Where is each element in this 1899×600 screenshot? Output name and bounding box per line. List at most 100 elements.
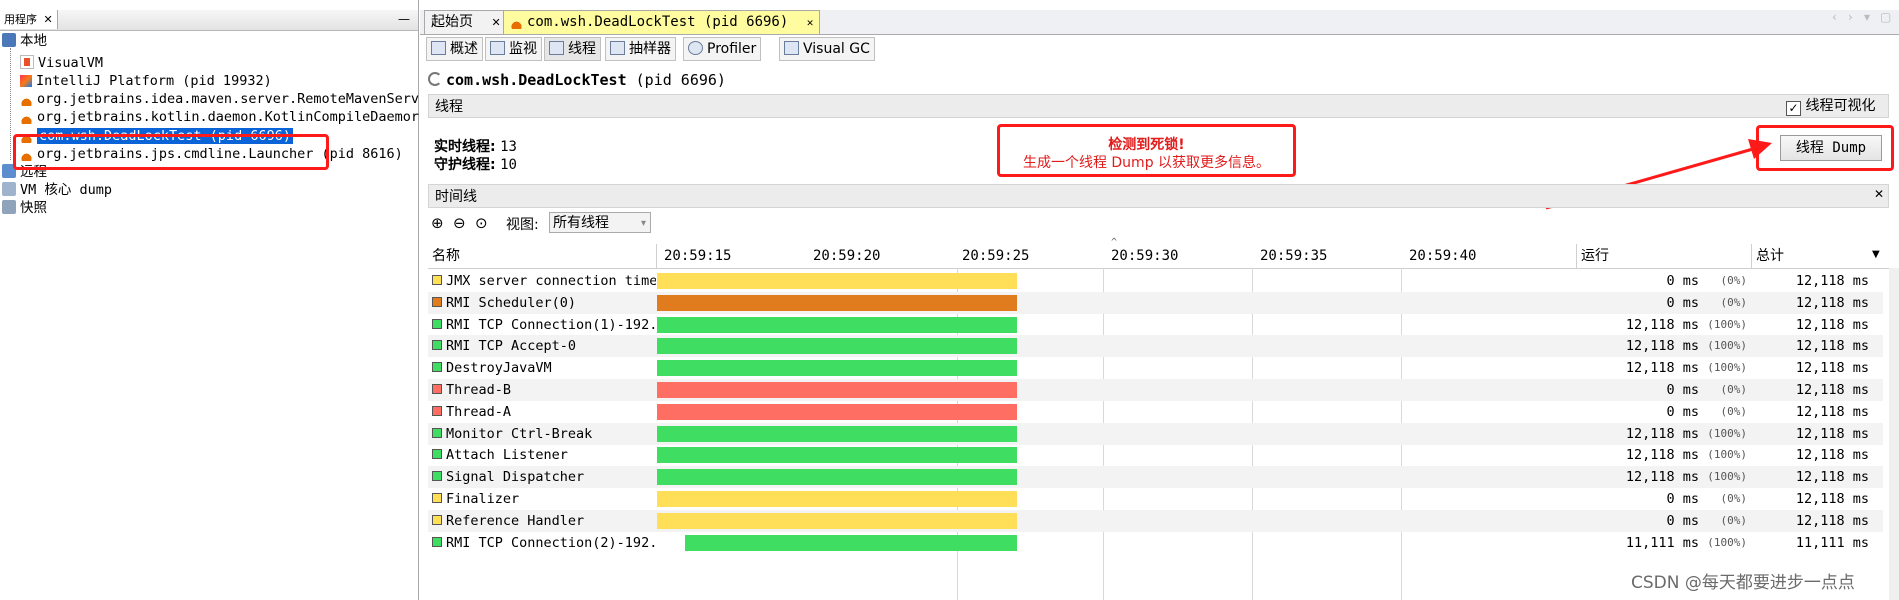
close-icon[interactable]: ✕ [44,13,53,26]
thread-state-icon [432,296,442,307]
thread-name: RMI TCP Connection(1)-192.1 [446,316,656,333]
thread-total-time: 12,118 ms [1795,447,1869,464]
close-icon[interactable]: ✕ [491,16,500,29]
maximize-icon[interactable]: ▢ [1880,10,1891,24]
thread-row[interactable]: RMI TCP Accept-0 12,118 ms (100%) 12,118 ms [428,335,1883,358]
app-title: com.wsh.DeadLockTest [446,71,627,89]
thread-state-icon [432,362,442,373]
thread-run-time: 12,118 ms [1625,316,1699,333]
vertical-scrollbar[interactable] [1889,268,1899,600]
subtab-sampler[interactable]: 抽样器 [605,37,676,61]
view-select[interactable]: 所有线程 ▾ [549,212,651,233]
column-menu-icon[interactable]: ▼ [1872,249,1880,260]
thread-row[interactable]: Attach Listener 12,118 ms (100%) 12,118 ms [428,444,1883,466]
timeline-close-icon[interactable]: ✕ [1874,187,1884,201]
thread-name-cell: RMI Scheduler(0) [428,292,656,314]
tab-start-page[interactable]: 起始页 ✕ [424,10,508,34]
tab-label: 起始页 [431,14,473,30]
col-header-run[interactable]: 运行 [1577,244,1752,268]
tree-label-vm-dump: VM 核心 dump [20,182,113,198]
col-header-run-label: 运行 [1581,248,1609,264]
checkbox-icon[interactable]: ✓ [1786,101,1801,116]
timeline-tick-label: 20:59:30 [1111,248,1179,264]
thread-state-bar [657,316,1017,333]
subtab-profiler[interactable]: Profiler [683,37,762,61]
thread-state-bar [657,273,1017,289]
thread-state-bar [657,447,1017,464]
thread-state-icon [432,493,442,503]
thread-state-icon [432,536,442,547]
tab-list-icon[interactable]: ▾ [1864,10,1870,24]
thread-name-cell: Attach Listener [428,444,656,466]
thread-run-percent: (0%) [1720,513,1748,527]
thread-name-cell: Thread-A [428,401,656,423]
zoom-fit-icon[interactable]: ⊙ [475,214,488,232]
thread-row[interactable]: Signal Dispatcher 12,118 ms (100%) 12,118 m… [428,466,1883,489]
thread-name-cell: JMX server connection timeo [428,270,656,292]
col-header-name[interactable]: 名称 [428,244,657,268]
timeline-section-label: 时间线 [435,189,477,205]
thread-run-time: 12,118 ms [1625,447,1699,464]
visualize-label: 线程可视化 [1805,98,1876,114]
col-header-total[interactable]: 总计 [1752,244,1883,268]
thread-row[interactable]: Thread-A 0 ms (0%) 12,118 ms [428,401,1883,423]
minimize-icon[interactable]: — [398,10,410,29]
threads-section-header: 线程 [428,94,1889,118]
thread-row[interactable]: Monitor Ctrl-Break 12,118 ms (100%) 12,118 … [428,422,1883,445]
thread-row[interactable]: DestroyJavaVM 12,118 ms (100%) 12,118 ms [428,357,1883,379]
thread-run-time: 0 ms [1666,294,1699,311]
subtab-overview[interactable]: 概述 [426,37,483,61]
thread-dump-button[interactable]: 线程 Dump [1780,135,1882,161]
thread-state-bar [657,469,1017,486]
visualize-checkbox[interactable]: ✓ 线程可视化 [1786,97,1875,116]
thread-row[interactable]: Finalizer 0 ms (0%) 12,118 ms [428,488,1883,510]
thread-row[interactable]: RMI Scheduler(0) 0 ms (0%) 12,118 ms [428,291,1883,314]
thread-total-time: 12,118 ms [1795,360,1869,377]
thread-dump-button-label: 线程 Dump [1795,140,1867,156]
tree-label-local: 本地 [20,33,47,49]
subtab-threads[interactable]: 线程 [544,37,601,61]
timeline-tick-label: 20:59:40 [1409,248,1477,264]
timeline-tick-label: 20:59:35 [1260,248,1328,264]
tab-scroll-left-icon[interactable]: ‹ [1832,10,1837,24]
subtab-visual-gc[interactable]: Visual GC [779,37,875,61]
thread-total-time: 12,118 ms [1795,491,1869,507]
thread-state-bar [657,425,1017,442]
applications-tab[interactable]: 用程序 ✕ [0,10,58,29]
thread-run-percent: (0%) [1720,404,1748,418]
thread-run-time: 0 ms [1666,491,1699,507]
subtab-label: 线程 [568,41,596,57]
thread-total-time: 12,118 ms [1795,512,1869,529]
deadlock-title: 检测到死锁! [1108,137,1185,153]
subtab-label: Visual GC [803,41,870,57]
thread-row[interactable]: JMX server connection timeo 0 ms (0%) 12,11… [428,270,1883,292]
thread-name-cell: Reference Handler [428,510,656,532]
tree-node-snapshot[interactable]: 快照 [2,197,47,219]
thread-run-percent: (100%) [1707,448,1747,462]
thread-name: Monitor Ctrl-Break [446,425,593,442]
thread-row[interactable]: Reference Handler 0 ms (0%) 12,118 ms [428,509,1883,532]
watermark: CSDN @每天都要进步一点点 [1631,573,1855,593]
thread-row[interactable]: Thread-B 0 ms (0%) 12,118 ms [428,379,1883,401]
thread-total-time: 12,118 ms [1795,316,1869,333]
close-icon[interactable]: ✕ [807,16,814,29]
thread-state-bar [657,294,1017,311]
tab-app-deadlocktest[interactable]: com.wsh.DeadLockTest (pid 6696) ✕ [503,10,821,34]
subtab-monitor[interactable]: 监视 [485,37,542,61]
monitor-icon [490,41,505,55]
thread-state-bar [657,360,1017,377]
zoom-out-icon[interactable]: ⊖ [453,214,466,232]
timeline-caret-icon: ^ [1111,237,1118,248]
zoom-in-icon[interactable]: ⊕ [431,214,444,232]
thread-row[interactable]: RMI TCP Connection(1)-192.1 12,118 ms (100… [428,314,1883,336]
subtab-label: 监视 [509,41,537,57]
view-select-value: 所有线程 [553,215,609,231]
thread-run-time: 11,111 ms [1625,534,1699,551]
page-title: com.wsh.DeadLockTest (pid 6696) [428,70,726,90]
java-icon [20,109,33,124]
timeline-section-header: 时间线 [428,184,1889,208]
tree-node-local[interactable]: 本地 [2,30,47,52]
thread-row[interactable]: RMI TCP Connection(2)-192.1 11,111 ms (100… [428,532,1883,554]
thread-run-percent: (100%) [1707,361,1747,375]
tab-scroll-right-icon[interactable]: › [1848,10,1853,24]
